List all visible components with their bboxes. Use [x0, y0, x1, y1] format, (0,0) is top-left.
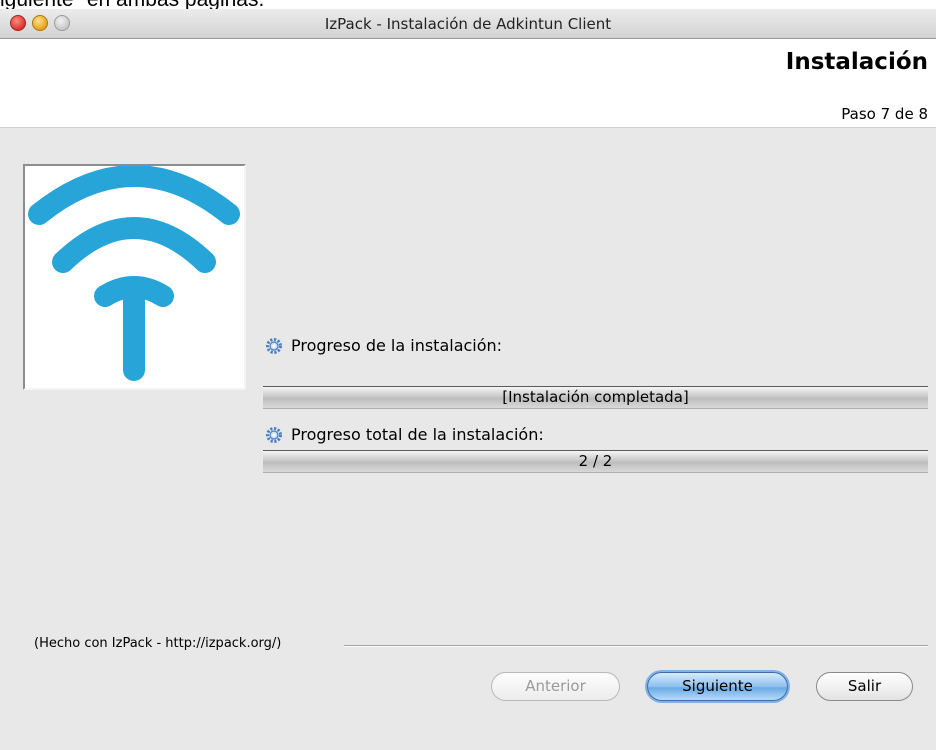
- installer-header: Instalación Paso 7 de 8: [0, 39, 936, 127]
- installer-panel: Progreso de la instalación: [Instalación…: [0, 127, 936, 750]
- antenna-logo: [28, 165, 240, 381]
- izpack-credit: (Hecho con IzPack - http://izpack.org/): [34, 636, 282, 651]
- logo-frame: [23, 164, 246, 390]
- total-progress-status: 2 / 2: [578, 452, 613, 470]
- gear-icon: [266, 337, 282, 354]
- total-progress-label: Progreso total de la instalación:: [291, 425, 544, 444]
- pack-progress-label-row: Progreso de la instalación:: [265, 336, 502, 355]
- window-titlebar[interactable]: IzPack - Instalación de Adkintun Client: [0, 9, 936, 39]
- quit-button[interactable]: Salir: [816, 672, 913, 701]
- total-progress-bar: 2 / 2: [263, 450, 928, 473]
- pack-progress-bar: [Instalación completada]: [263, 386, 928, 409]
- pack-progress-label: Progreso de la instalación:: [291, 336, 503, 355]
- step-indicator: Paso 7 de 8: [841, 105, 928, 123]
- footer-divider: [344, 645, 928, 647]
- pack-progress-status: [Instalación completada]: [502, 388, 689, 406]
- window-title: IzPack - Instalación de Adkintun Client: [324, 15, 612, 33]
- page-title: Instalación: [785, 49, 928, 75]
- next-button[interactable]: Siguiente: [647, 672, 788, 701]
- previous-button[interactable]: Anterior: [491, 672, 620, 701]
- total-progress-label-row: Progreso total de la instalación:: [265, 425, 544, 444]
- gear-icon: [266, 426, 282, 443]
